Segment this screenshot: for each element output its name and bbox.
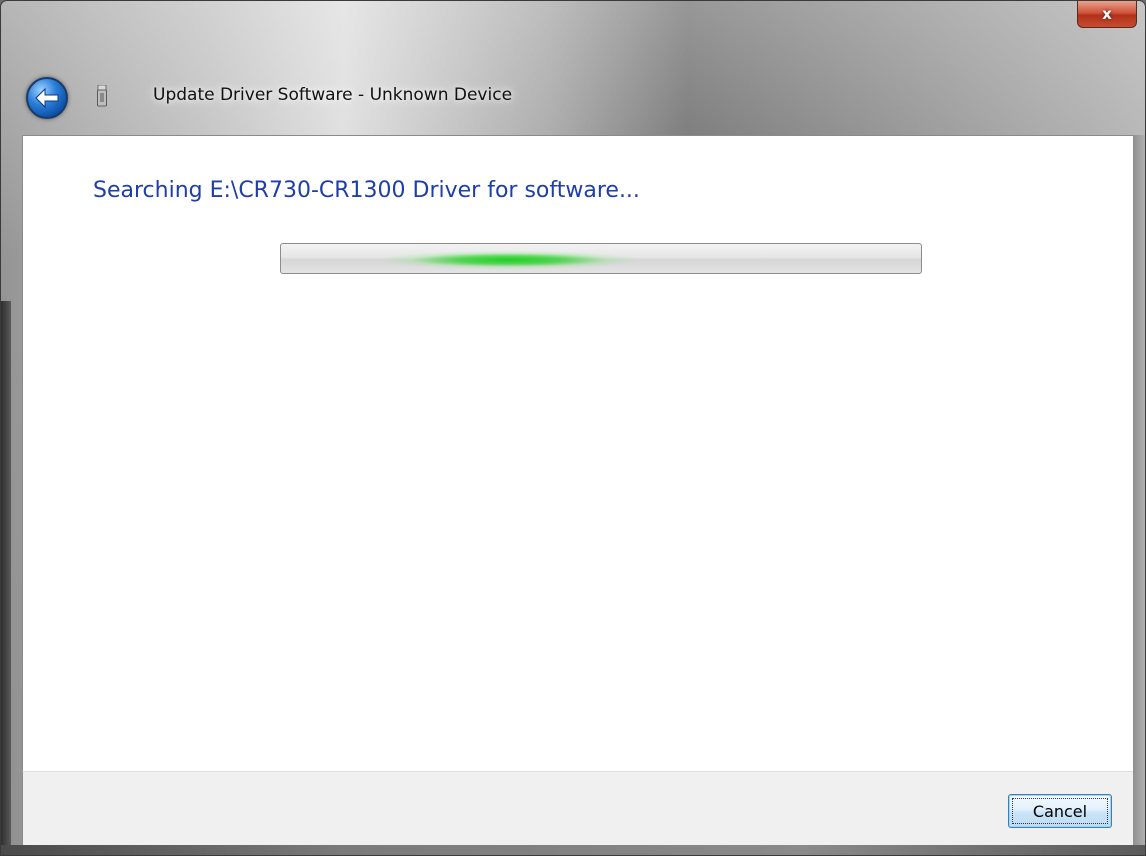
window-frame-left <box>1 301 11 855</box>
cancel-button[interactable]: Cancel <box>1008 794 1112 828</box>
window-frame-bottom <box>1 845 1145 855</box>
window-title: Update Driver Software - Unknown Device <box>153 85 513 105</box>
title-bar: Update Driver Software - Unknown Device <box>1 61 1145 136</box>
main-content: Searching E:\CR730-CR1300 Driver for sof… <box>22 135 1133 772</box>
back-arrow-icon <box>35 87 59 109</box>
search-progress-bar <box>280 243 922 274</box>
back-button[interactable] <box>26 77 68 119</box>
dialog-footer: Cancel <box>22 771 1133 845</box>
usb-device-icon <box>97 85 107 107</box>
search-status-heading: Searching E:\CR730-CR1300 Driver for sof… <box>93 178 640 203</box>
cancel-button-label: Cancel <box>1032 801 1088 821</box>
progress-marquee <box>379 244 639 273</box>
dialog-window: x Update Driver Software - Unknown Devic… <box>0 0 1146 856</box>
window-frame-right <box>1131 135 1145 845</box>
close-button[interactable]: x <box>1077 1 1137 28</box>
close-icon: x <box>1102 5 1112 23</box>
